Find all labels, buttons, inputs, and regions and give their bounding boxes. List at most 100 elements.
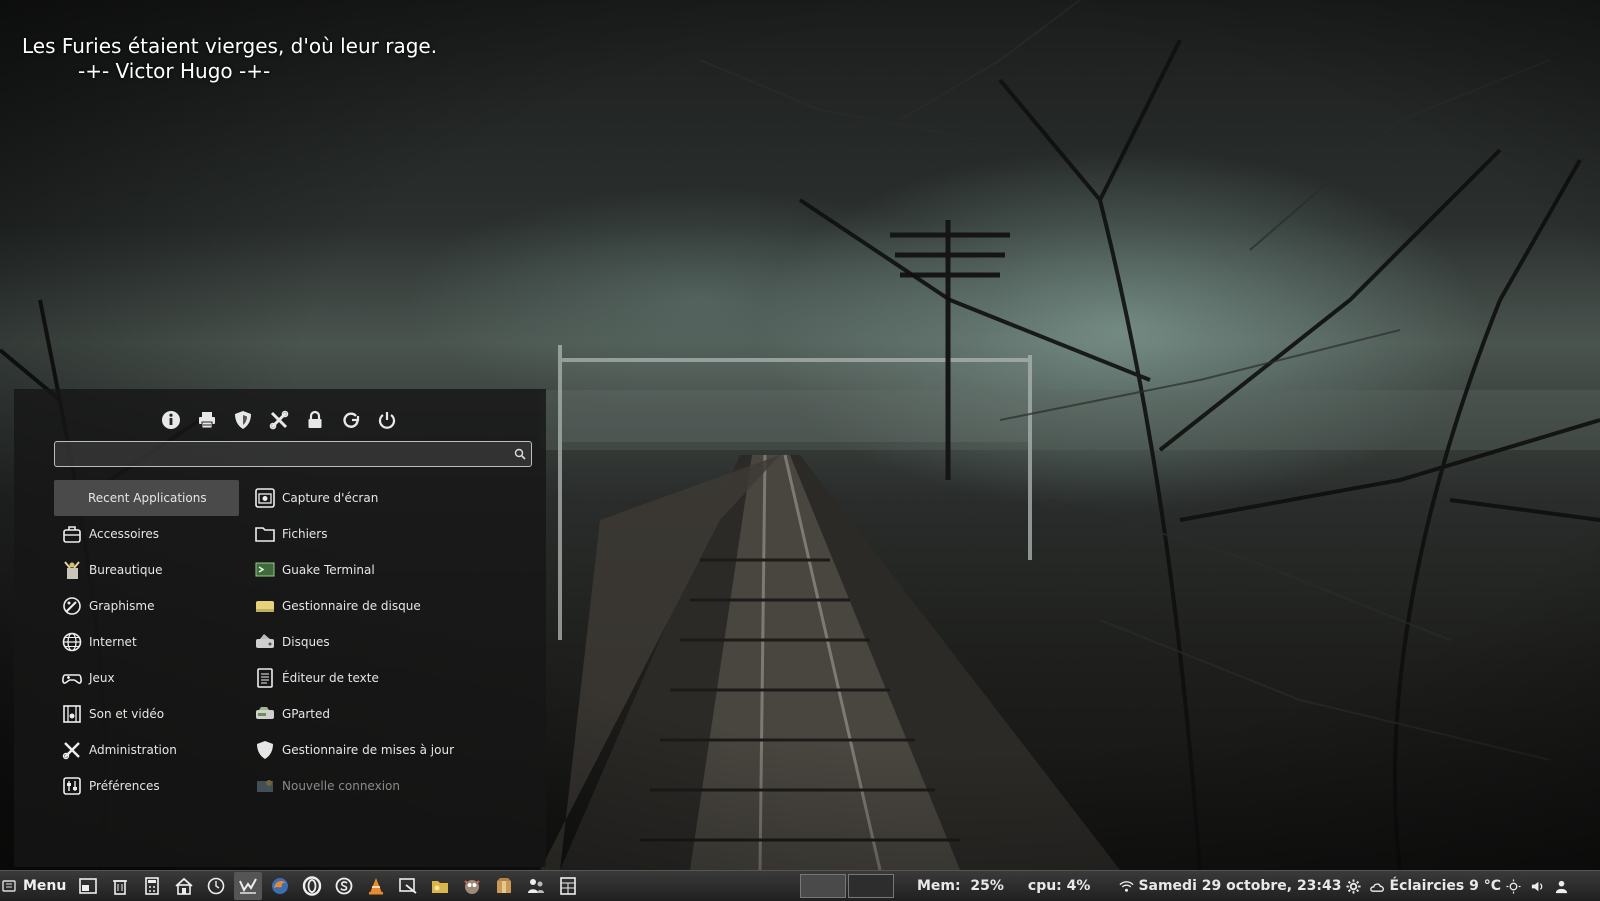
category-jeux[interactable]: Jeux <box>54 660 239 696</box>
category-label: Internet <box>89 635 137 649</box>
app-label: Disques <box>282 635 330 649</box>
calculator-icon[interactable] <box>138 872 166 900</box>
terminal-icon <box>254 559 276 581</box>
category-label: Administration <box>89 743 177 757</box>
tools-icon[interactable] <box>266 407 291 432</box>
disks-icon <box>254 631 276 653</box>
lock-icon[interactable] <box>302 407 327 432</box>
category-accessoires[interactable]: Accessoires <box>54 516 239 552</box>
workspace-switcher <box>800 874 894 898</box>
graphics-icon <box>61 595 83 617</box>
category-son-et-video[interactable]: Son et vidéo <box>54 696 239 732</box>
app-label: GParted <box>282 707 330 721</box>
package-icon[interactable] <box>490 872 518 900</box>
category-preferences[interactable]: Préférences <box>54 768 239 804</box>
category-bureautique[interactable]: Bureautique <box>54 552 239 588</box>
printer-icon[interactable] <box>194 407 219 432</box>
internet-icon <box>61 631 83 653</box>
category-recent-applications[interactable]: Recent Applications <box>54 480 239 516</box>
app-label: Gestionnaire de disque <box>282 599 421 613</box>
firefox-icon[interactable] <box>266 872 294 900</box>
memory-value: 25% <box>970 878 1004 894</box>
app-nouvelle-connexion[interactable]: Nouvelle connexion <box>246 768 536 804</box>
app-label: Guake Terminal <box>282 563 375 577</box>
home-icon[interactable] <box>170 872 198 900</box>
workspace-2[interactable] <box>848 874 894 898</box>
app-gestionnaire-de-mises-a-jour[interactable]: Gestionnaire de mises à jour <box>246 732 536 768</box>
opera-icon[interactable] <box>298 872 326 900</box>
app-editeur-de-texte[interactable]: Éditeur de texte <box>246 660 536 696</box>
workspace-1[interactable] <box>800 874 846 898</box>
wifi-icon[interactable] <box>1118 878 1134 894</box>
category-graphisme[interactable]: Graphisme <box>54 588 239 624</box>
vlc-icon[interactable] <box>362 872 390 900</box>
app-gparted[interactable]: GParted <box>246 696 536 732</box>
memory-label: Mem: <box>917 878 961 894</box>
app-label: Capture d'écran <box>282 491 379 505</box>
disk-manager-icon <box>254 595 276 617</box>
cpu-label: cpu: <box>1027 878 1062 894</box>
office-icon <box>61 559 83 581</box>
folder-app-icon[interactable] <box>426 872 454 900</box>
menu-button[interactable]: Menu <box>0 871 70 901</box>
show-desktop-icon[interactable] <box>74 872 102 900</box>
stock-chart-icon[interactable] <box>234 872 263 900</box>
app-label: Gestionnaire de mises à jour <box>282 743 455 757</box>
category-administration[interactable]: Administration <box>54 732 239 768</box>
text-editor-icon <box>254 667 276 689</box>
category-internet[interactable]: Internet <box>54 624 239 660</box>
logout-icon[interactable] <box>338 407 363 432</box>
search-icon[interactable] <box>514 448 526 460</box>
brightness-icon[interactable] <box>1505 878 1521 894</box>
folder-icon <box>254 523 276 545</box>
category-label: Préférences <box>89 779 160 793</box>
trash-icon[interactable] <box>106 872 134 900</box>
search-box <box>54 441 532 467</box>
screenshot-tool-icon[interactable] <box>394 872 422 900</box>
cpu-value: 4% <box>1066 878 1091 894</box>
calc-spreadsheet-icon[interactable] <box>554 872 582 900</box>
settings-gear-icon[interactable] <box>1346 878 1362 894</box>
users-icon[interactable] <box>522 872 550 900</box>
update-shield-icon <box>254 739 276 761</box>
quote-author: -+- Victor Hugo -+- <box>78 59 271 83</box>
shield-icon[interactable] <box>230 407 255 432</box>
quote-text: Les Furies étaient vierges, d'où leur ra… <box>22 34 438 58</box>
info-icon[interactable] <box>158 407 183 432</box>
search-input[interactable] <box>61 444 505 466</box>
category-label: Graphisme <box>89 599 155 613</box>
category-label: Accessoires <box>89 527 160 541</box>
gimp-icon[interactable] <box>458 872 486 900</box>
app-label: Nouvelle connexion <box>282 779 400 793</box>
weather-text[interactable]: Éclaircies 9 °C <box>1390 878 1502 894</box>
app-fichiers[interactable]: Fichiers <box>246 516 536 552</box>
preferences-icon <box>61 775 83 797</box>
skype-icon[interactable] <box>330 872 358 900</box>
gamepad-icon <box>61 667 83 689</box>
accessories-icon <box>61 523 83 545</box>
menu-toolbar <box>158 407 399 432</box>
system-indicators: Mem: 25% cpu: 4% Samedi 29 octobre, 23:4… <box>917 871 1573 901</box>
category-list: Recent Applications Accessoires Bureauti… <box>54 480 239 804</box>
app-disques[interactable]: Disques <box>246 624 536 660</box>
app-guake-terminal[interactable]: Guake Terminal <box>246 552 536 588</box>
user-icon[interactable] <box>1553 878 1569 894</box>
power-icon[interactable] <box>374 407 399 432</box>
gparted-icon <box>254 703 276 725</box>
menu-icon <box>2 880 16 892</box>
multimedia-icon <box>61 703 83 725</box>
administration-icon <box>61 739 83 761</box>
application-list: Capture d'écran Fichiers Guake Terminal … <box>246 480 536 804</box>
category-label: Son et vidéo <box>89 707 165 721</box>
clock-text[interactable]: Samedi 29 octobre, 23:43 <box>1138 878 1341 894</box>
application-menu: Recent Applications Accessoires Bureauti… <box>14 389 546 867</box>
app-capture-ecran[interactable]: Capture d'écran <box>246 480 536 516</box>
weather-icon[interactable] <box>1370 878 1386 894</box>
app-gestionnaire-de-disque[interactable]: Gestionnaire de disque <box>246 588 536 624</box>
volume-icon[interactable] <box>1529 878 1545 894</box>
clock-icon[interactable] <box>202 872 230 900</box>
desktop-quote: Les Furies étaient vierges, d'où leur ra… <box>22 34 437 84</box>
menu-label: Menu <box>23 878 67 894</box>
app-label: Fichiers <box>282 527 328 541</box>
category-label: Jeux <box>89 671 115 685</box>
